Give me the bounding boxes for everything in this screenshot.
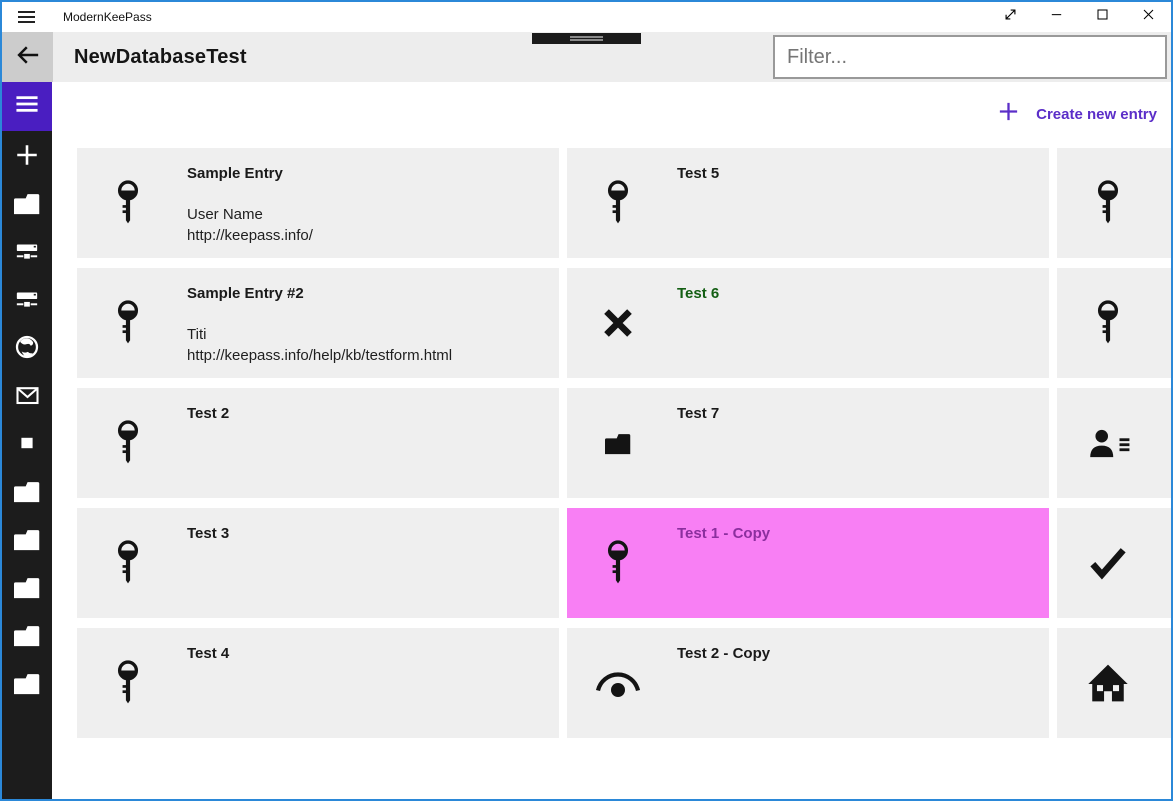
- entry-title: Test 2 - Copy: [677, 645, 771, 662]
- filter-input[interactable]: [773, 35, 1167, 79]
- entry-title: Test 2: [187, 405, 230, 422]
- sidebar-item-12[interactable]: [2, 659, 52, 707]
- check-icon: [1087, 546, 1130, 580]
- sidebar-item-2[interactable]: [2, 179, 52, 227]
- mail-icon: [14, 383, 41, 407]
- sidebar-item-10[interactable]: [2, 563, 52, 611]
- back-arrow-icon: [15, 42, 41, 73]
- hamburger-icon: [14, 94, 40, 119]
- entry-title: Test 1 - Copy: [677, 525, 771, 542]
- main-panel: Create new entry Sample Entry User Name h…: [52, 82, 1171, 799]
- entry-title: Test 6: [677, 285, 720, 302]
- entry-detail-line: User Name: [187, 206, 263, 223]
- entry-card[interactable]: Test 3: [77, 508, 559, 618]
- entry-card[interactable]: Sample Entry #2 Titi http://keepass.info/…: [77, 268, 559, 378]
- plus-icon: [14, 142, 40, 168]
- entry-card[interactable]: Sample Entry User Name http://keepass.inf…: [77, 148, 559, 258]
- folder-icon: [12, 526, 42, 552]
- entry-title: Test 5: [677, 165, 720, 182]
- entries-grid: Sample Entry User Name http://keepass.inf…: [77, 148, 1171, 738]
- key-icon: [1095, 300, 1121, 346]
- folder-icon: [12, 622, 42, 648]
- sidebar-item-6[interactable]: [2, 371, 52, 419]
- entry-detail-line: Titi: [187, 326, 207, 343]
- view-icon: [594, 668, 642, 699]
- entry-card[interactable]: [1057, 268, 1171, 378]
- network-icon: [14, 238, 40, 264]
- key-icon: [115, 660, 141, 706]
- minimize-icon: [1049, 7, 1064, 27]
- plus-icon: [997, 100, 1020, 128]
- key-icon: [115, 420, 141, 466]
- header: NewDatabaseTest: [2, 32, 1171, 82]
- key-icon: [115, 540, 141, 586]
- entry-card[interactable]: Test 2 - Copy: [567, 628, 1049, 738]
- sidebar: [2, 82, 52, 799]
- fullscreen-button[interactable]: [987, 2, 1033, 32]
- maximize-icon: [1095, 7, 1110, 27]
- sidebar-item-1[interactable]: [2, 131, 52, 179]
- entry-card[interactable]: [1057, 148, 1171, 258]
- key-icon: [605, 180, 631, 226]
- entry-card[interactable]: Test 6: [567, 268, 1049, 378]
- entry-title: Test 3: [187, 525, 230, 542]
- close-button[interactable]: [1125, 2, 1171, 32]
- folder-icon: [12, 190, 42, 216]
- create-new-entry-label: Create new entry: [1036, 105, 1157, 123]
- entry-detail-line: http://keepass.info/help/kb/testform.htm…: [187, 347, 453, 364]
- entry-detail-line: http://keepass.info/: [187, 227, 313, 244]
- key-icon: [115, 300, 141, 346]
- sidebar-item-3[interactable]: [2, 227, 52, 275]
- entry-title: Test 4: [187, 645, 230, 662]
- sidebar-item-4[interactable]: [2, 275, 52, 323]
- entry-card[interactable]: Test 4: [77, 628, 559, 738]
- entry-card[interactable]: [1057, 508, 1171, 618]
- fullscreen-icon: [1003, 7, 1018, 27]
- back-button[interactable]: [2, 32, 53, 82]
- entry-title: Test 7: [677, 405, 720, 422]
- entry-title: Sample Entry: [187, 165, 283, 182]
- globe-icon: [14, 334, 40, 360]
- sidebar-nav: [2, 131, 52, 707]
- maximize-button[interactable]: [1079, 2, 1125, 32]
- entry-card[interactable]: [1057, 628, 1171, 738]
- folder-icon: [12, 574, 42, 600]
- contact-icon: [1085, 426, 1131, 460]
- minimize-button[interactable]: [1033, 2, 1079, 32]
- sidebar-item-8[interactable]: [2, 467, 52, 515]
- folder-icon: [603, 430, 633, 456]
- entry-title: Sample Entry #2: [187, 285, 304, 302]
- create-new-entry-button[interactable]: Create new entry: [997, 100, 1157, 128]
- entry-card[interactable]: Test 1 - Copy: [567, 508, 1049, 618]
- sidebar-toggle-button[interactable]: [2, 82, 52, 131]
- folder-icon: [12, 670, 42, 696]
- sidebar-item-9[interactable]: [2, 515, 52, 563]
- key-icon: [605, 540, 631, 586]
- home-icon: [1086, 662, 1131, 704]
- key-icon: [1095, 180, 1121, 226]
- square-icon: [14, 431, 40, 455]
- cancel-icon: [601, 306, 636, 341]
- entry-card[interactable]: Test 5: [567, 148, 1049, 258]
- entry-card[interactable]: Test 2: [77, 388, 559, 498]
- folder-icon: [12, 478, 42, 504]
- sidebar-item-7[interactable]: [2, 419, 52, 467]
- app-title: ModernKeePass: [63, 10, 152, 24]
- appbar-handle[interactable]: [532, 33, 641, 44]
- page-title: NewDatabaseTest: [74, 45, 247, 68]
- key-icon: [115, 180, 141, 226]
- titlebar-hamburger-icon[interactable]: [2, 2, 50, 32]
- close-icon: [1141, 7, 1156, 27]
- sidebar-item-11[interactable]: [2, 611, 52, 659]
- titlebar: ModernKeePass: [2, 2, 1171, 32]
- entry-card[interactable]: Test 7: [567, 388, 1049, 498]
- entry-card[interactable]: [1057, 388, 1171, 498]
- network-icon: [14, 286, 40, 312]
- sidebar-item-5[interactable]: [2, 323, 52, 371]
